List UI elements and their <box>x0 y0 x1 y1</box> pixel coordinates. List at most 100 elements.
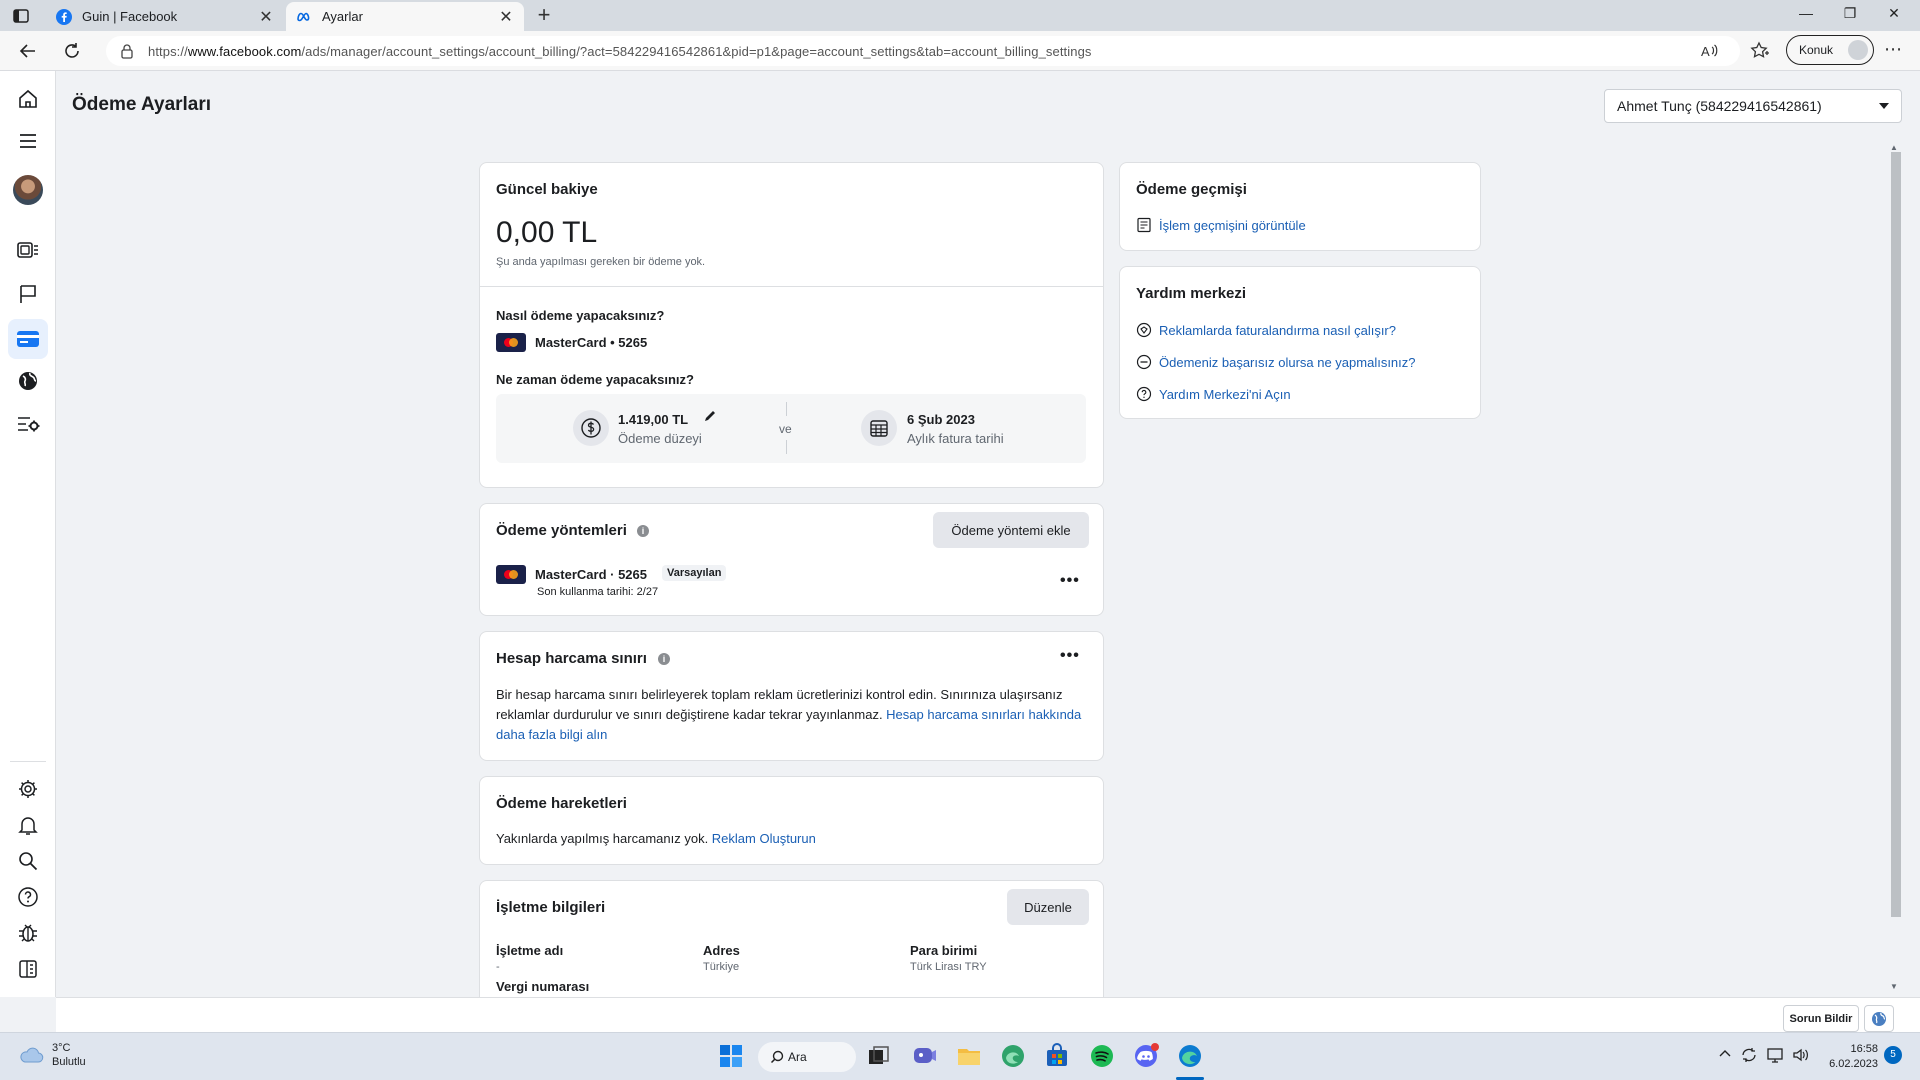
pages-flag-icon[interactable] <box>16 282 40 306</box>
search-icon[interactable] <box>16 849 40 873</box>
separator-line <box>786 402 787 416</box>
scroll-up-arrow[interactable]: ▲ <box>1890 143 1898 152</box>
help-link-billing[interactable]: Reklamlarda faturalandırma nasıl çalışır… <box>1136 322 1396 338</box>
edge-dev-icon[interactable] <box>1000 1043 1026 1069</box>
panel-toggle-icon[interactable] <box>16 957 40 981</box>
edit-threshold-pencil-icon[interactable] <box>703 409 717 423</box>
network-icon[interactable] <box>1767 1047 1785 1063</box>
billing-card-icon[interactable] <box>16 327 40 351</box>
tab-facebook[interactable]: Guin | Facebook ✕ <box>46 2 284 31</box>
currency-value: Türk Lirası TRY <box>910 961 987 973</box>
balance-note: Şu anda yapılması gereken bir ödeme yok. <box>496 256 706 268</box>
chevron-down-icon <box>1879 103 1889 109</box>
teams-chat-icon[interactable] <box>912 1043 938 1069</box>
browser-menu-icon[interactable]: ⋯ <box>1884 39 1902 60</box>
view-transactions-link[interactable]: İşlem geçmişini görüntüle <box>1136 217 1306 233</box>
payment-schedule-box: 1.419,00 TL Ödeme düzeyi ve 6 Şub 2023 A… <box>496 394 1086 463</box>
campaigns-icon[interactable] <box>16 238 40 262</box>
page-title: Ödeme Ayarları <box>72 94 212 115</box>
when-to-pay-label: Ne zaman ödeme yapacaksınız? <box>496 372 694 387</box>
facebook-favicon-icon <box>56 8 72 25</box>
minimize-icon[interactable]: — <box>1796 5 1816 21</box>
help-link-failed-payment[interactable]: Ödemeniz başarısız olursa ne yapmalısını… <box>1136 354 1416 370</box>
bell-icon[interactable] <box>16 813 40 837</box>
globe-icon[interactable] <box>16 369 40 393</box>
bill-date-label: Aylık fatura tarihi <box>907 431 1004 446</box>
refresh-icon[interactable] <box>62 41 82 61</box>
scroll-down-arrow[interactable]: ▼ <box>1890 982 1898 991</box>
language-globe-icon[interactable] <box>1864 1005 1894 1032</box>
notification-badge[interactable]: 5 <box>1884 1046 1902 1064</box>
payment-history-card: Ödeme geçmişi İşlem geçmişini görüntüle <box>1119 162 1481 251</box>
profile-avatar[interactable] <box>13 175 43 205</box>
more-options-icon[interactable]: ••• <box>1060 572 1080 590</box>
payment-card-name: MasterCard • 5265 <box>535 335 648 350</box>
mastercard-logo-icon <box>496 333 526 352</box>
file-explorer-icon[interactable] <box>956 1043 982 1069</box>
billing-help-icon <box>1136 322 1152 338</box>
new-tab-icon[interactable]: + <box>532 4 556 28</box>
question-circle-icon <box>1136 386 1152 402</box>
calendar-icon <box>861 410 897 446</box>
minus-circle-icon <box>1136 354 1152 370</box>
close-window-icon[interactable]: ✕ <box>1884 5 1904 22</box>
card-divider <box>480 286 1103 287</box>
close-tab-icon[interactable]: ✕ <box>498 7 514 27</box>
report-problem-button[interactable]: Sorun Bildir <box>1783 1005 1859 1032</box>
close-tab-icon[interactable]: ✕ <box>258 7 274 27</box>
payment-activity-text: Yakınlarda yapılmış harcamanız yok. Rekl… <box>496 831 816 846</box>
help-link-open-center[interactable]: Yardım Merkezi'ni Açın <box>1136 386 1291 402</box>
task-view-icon[interactable] <box>866 1043 892 1069</box>
left-navigation-rail <box>0 71 56 997</box>
url-field[interactable]: https://www.facebook.com/ads/manager/acc… <box>106 36 1740 66</box>
settings-sliders-icon[interactable] <box>16 412 40 436</box>
more-options-icon[interactable]: ••• <box>1060 647 1080 665</box>
discord-icon[interactable] <box>1133 1043 1159 1069</box>
add-payment-method-button[interactable]: Ödeme yöntemi ekle <box>933 512 1089 548</box>
gear-icon[interactable] <box>16 777 40 801</box>
guest-profile-button[interactable]: Konuk <box>1786 35 1874 65</box>
edit-business-info-button[interactable]: Düzenle <box>1007 889 1089 925</box>
lock-icon[interactable] <box>120 43 134 59</box>
volume-icon[interactable] <box>1792 1047 1810 1063</box>
back-icon[interactable] <box>18 41 38 61</box>
edge-browser-icon[interactable] <box>1177 1043 1203 1069</box>
menu-icon[interactable] <box>16 129 40 153</box>
home-icon[interactable] <box>16 87 40 111</box>
taskbar-search[interactable]: Ara <box>758 1042 856 1072</box>
sync-icon[interactable] <box>1740 1047 1758 1063</box>
guest-label: Konuk <box>1799 43 1834 57</box>
help-center-card: Yardım merkezi Reklamlarda faturalandırm… <box>1119 266 1481 419</box>
page-scrollbar-thumb[interactable] <box>1891 152 1901 917</box>
spotify-icon[interactable] <box>1089 1043 1115 1069</box>
temperature: 3°C <box>52 1042 71 1054</box>
bug-icon[interactable] <box>16 921 40 945</box>
weather-widget[interactable]: 3°C Bulutlu <box>18 1041 86 1069</box>
windows-taskbar: 3°C Bulutlu Ara 16:58 6.02.2023 5 <box>0 1032 1920 1080</box>
system-clock[interactable]: 16:58 6.02.2023 <box>1822 1042 1878 1072</box>
account-selector-value: Ahmet Tunç (584229416542861) <box>1617 98 1822 114</box>
read-aloud-icon[interactable]: A <box>1700 41 1720 61</box>
tab-ayarlar[interactable]: Ayarlar ✕ <box>286 2 524 31</box>
restore-icon[interactable]: ❐ <box>1840 5 1860 22</box>
payment-activity-heading: Ödeme hareketleri <box>496 795 627 812</box>
windows-start-icon[interactable] <box>718 1043 744 1069</box>
account-selector-dropdown[interactable]: Ahmet Tunç (584229416542861) <box>1604 89 1902 123</box>
microsoft-store-icon[interactable] <box>1044 1043 1070 1069</box>
info-icon[interactable]: i <box>658 653 670 665</box>
tax-number-label: Vergi numarası <box>496 979 590 994</box>
default-badge: Varsayılan <box>662 565 727 581</box>
favorites-icon[interactable] <box>1750 41 1770 61</box>
how-to-pay-label: Nasıl ödeme yapacaksınız? <box>496 308 665 323</box>
guest-avatar-icon <box>1848 40 1868 60</box>
help-icon[interactable] <box>16 885 40 909</box>
help-center-heading: Yardım merkezi <box>1136 285 1247 302</box>
tab-actions-icon[interactable] <box>12 7 30 25</box>
currency-label: Para birimi <box>910 943 978 958</box>
create-ad-link[interactable]: Reklam Oluşturun <box>712 831 816 846</box>
payment-methods-heading: Ödeme yöntemleri <box>496 522 627 539</box>
tray-overflow-chevron-icon[interactable] <box>1718 1047 1732 1061</box>
meta-favicon-icon <box>296 9 312 25</box>
tab-title: Ayarlar <box>322 9 363 24</box>
info-icon[interactable]: i <box>637 525 649 537</box>
